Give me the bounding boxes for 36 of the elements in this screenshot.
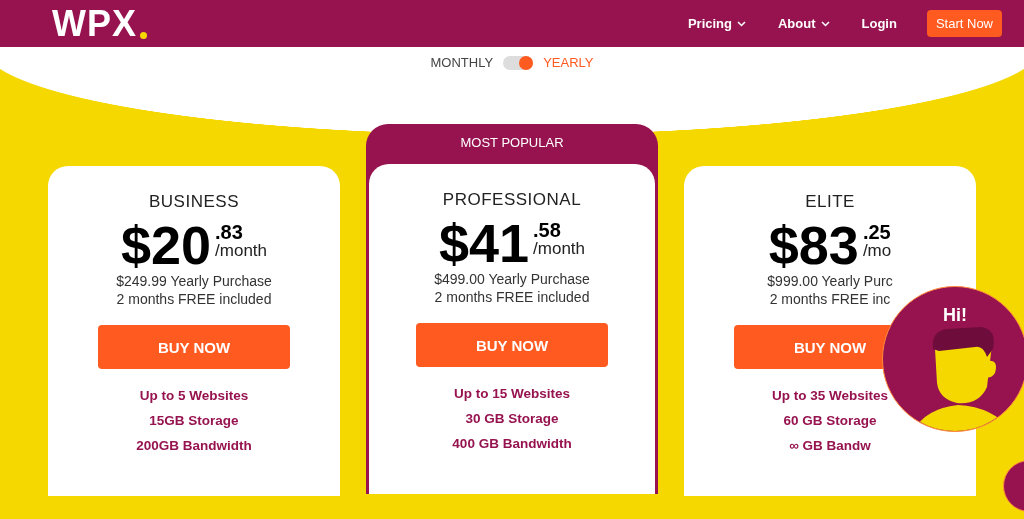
price-cents: .58 [533, 220, 562, 240]
yearly-price: $499.00 Yearly Purchase [434, 270, 590, 288]
logo-dot-icon [140, 31, 147, 39]
plan-feature: 30 GB Storage [465, 410, 559, 428]
plan-feature: 60 GB Storage [783, 412, 877, 430]
plan-feature: 200GB Bandwidth [136, 437, 252, 455]
chevron-down-icon [737, 20, 746, 27]
free-months: 2 months FREE included [434, 288, 590, 306]
plan-feature: Up to 15 Websites [453, 385, 570, 403]
price-amount: $41 [438, 216, 530, 270]
price-amount: $83 [768, 218, 859, 272]
chat-greeting: Hi! [942, 305, 968, 326]
billing-option[interactable]: MONTHLY [430, 55, 494, 70]
plan-name: BUSINESS [149, 192, 239, 212]
plan-feature: 400 GB Bandwidth [452, 435, 572, 453]
price-period: /month [533, 240, 586, 257]
price-period: /mo [862, 242, 892, 259]
free-months: 2 months FREE included [116, 290, 272, 308]
plan-feature: 15GB Storage [149, 412, 239, 430]
yearly-price: $249.99 Yearly Purchase [116, 272, 272, 290]
price-cents: .83 [215, 222, 244, 242]
logo[interactable]: WPX [52, 5, 137, 42]
price-cents: .25 [862, 222, 892, 242]
popular-label: MOST POPULAR [459, 134, 565, 152]
toggle-knob[interactable] [519, 55, 534, 70]
price-amount: $20 [120, 218, 212, 272]
plan-feature: ∞ GB Bandw [789, 437, 871, 455]
chevron-down-icon [820, 20, 830, 27]
plan-feature: Up to 5 Websites [139, 387, 249, 405]
nav-link[interactable]: Pricing [687, 16, 746, 31]
billing-toggle[interactable] [503, 55, 534, 70]
nav-link[interactable]: About [778, 16, 830, 31]
plan-name: PROFESSIONAL [442, 190, 582, 210]
plan-name: ELITE [805, 192, 855, 212]
price-period: /month [215, 242, 268, 259]
nav-link[interactable]: Login [861, 16, 897, 31]
